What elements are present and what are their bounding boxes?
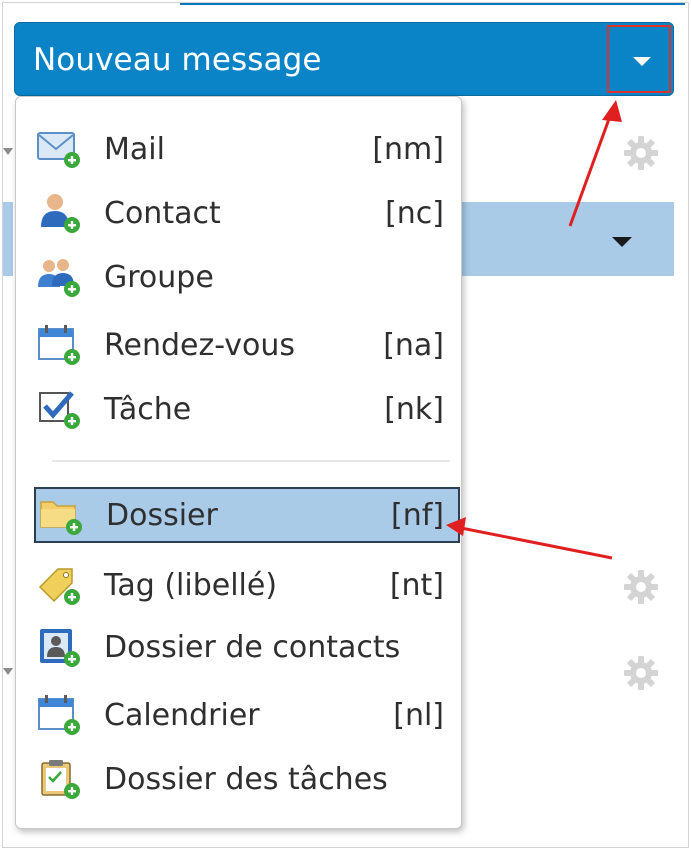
annotation-arrow-folder	[455, 525, 613, 560]
annotation-arrow-toggle	[568, 107, 615, 227]
annotation-arrows	[446, 100, 622, 560]
